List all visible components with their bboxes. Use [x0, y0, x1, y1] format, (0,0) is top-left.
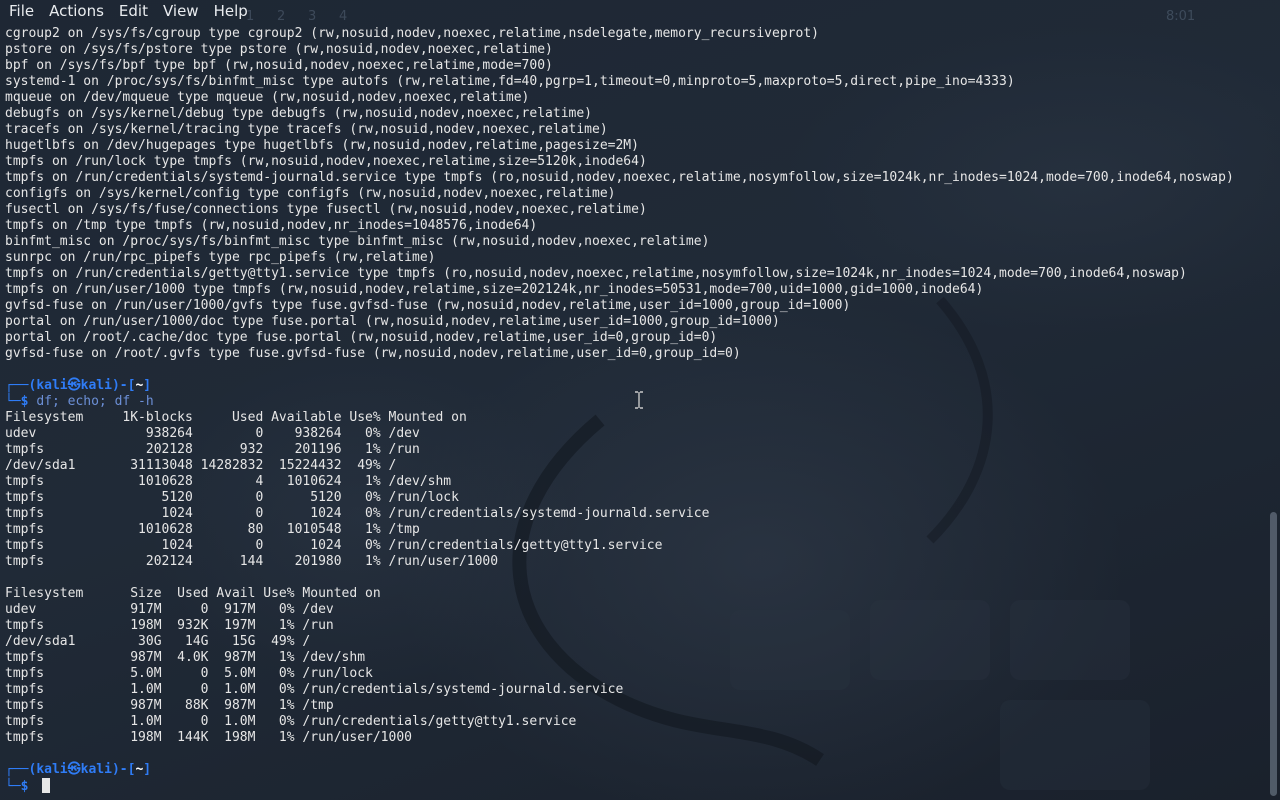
mount-output-line: bpf on /sys/fs/bpf type bpf (rw,nosuid,n…	[5, 58, 553, 73]
menu-help[interactable]: Help	[206, 0, 255, 22]
menu-edit[interactable]: Edit	[111, 0, 155, 22]
mount-output-line: tracefs on /sys/kernel/tracing type trac…	[5, 122, 608, 137]
mount-output-line: tmpfs on /tmp type tmpfs (rw,nosuid,node…	[5, 218, 538, 233]
mount-output-line: systemd-1 on /proc/sys/fs/binfmt_misc ty…	[5, 74, 1015, 89]
terminal-scrollbar[interactable]	[1270, 512, 1277, 796]
menu-file[interactable]: File	[0, 0, 41, 22]
mount-output-line: cgroup2 on /sys/fs/cgroup type cgroup2 (…	[5, 26, 819, 41]
mount-output-line: portal on /run/user/1000/doc type fuse.p…	[5, 314, 780, 329]
mount-output-line: sunrpc on /run/rpc_pipefs type rpc_pipef…	[5, 250, 436, 265]
df-output: Filesystem 1K-blocks Used Available Use%…	[0, 410, 1268, 570]
mount-output-line: debugfs on /sys/kernel/debug type debugf…	[5, 106, 592, 121]
df-h-output-line: udev 917M 0 917M 0% /dev	[5, 602, 334, 617]
menu-view[interactable]: View	[155, 0, 206, 22]
mount-output-line: configfs on /sys/kernel/config type conf…	[5, 186, 616, 201]
mount-output-line: tmpfs on /run/credentials/systemd-journa…	[5, 170, 1234, 185]
df-output-line: Filesystem 1K-blocks Used Available Use%…	[5, 410, 467, 425]
desktop: 1 2 3 4 8:01 File Actions Edit View Help…	[0, 0, 1280, 800]
mount-output-line: mqueue on /dev/mqueue type mqueue (rw,no…	[5, 90, 530, 105]
menu-actions[interactable]: Actions	[41, 0, 111, 22]
prompt-line-1-current: ┌──(kali㉿kali)-[~]	[5, 762, 152, 777]
mount-output-line: gvfsd-fuse on /run/user/1000/gvfs type f…	[5, 298, 851, 313]
df-output-line: /dev/sda1 31113048 14282832 15224432 49%…	[5, 458, 397, 473]
prompt-line-2-current[interactable]: └─$	[0, 778, 1268, 794]
df-output-line: tmpfs 1024 0 1024 0% /run/credentials/ge…	[5, 538, 663, 553]
mount-output-line: gvfsd-fuse on /root/.gvfs type fuse.gvfs…	[5, 346, 741, 361]
mount-output-line: tmpfs on /run/lock type tmpfs (rw,nosuid…	[5, 154, 647, 169]
df-output-line: udev 938264 0 938264 0% /dev	[5, 426, 420, 441]
df-h-output-line: tmpfs 198M 932K 197M 1% /run	[5, 618, 334, 633]
df-h-output-line: tmpfs 1.0M 0 1.0M 0% /run/credentials/sy…	[5, 682, 624, 697]
terminal-output[interactable]: cgroup2 on /sys/fs/cgroup type cgroup2 (…	[0, 26, 1268, 800]
df-h-output-line: /dev/sda1 30G 14G 15G 49% /	[5, 634, 311, 649]
mount-output: cgroup2 on /sys/fs/cgroup type cgroup2 (…	[0, 26, 1268, 362]
df-output-line: tmpfs 1010628 80 1010548 1% /tmp	[5, 522, 420, 537]
mount-output-line: hugetlbfs on /dev/hugepages type hugetlb…	[5, 138, 639, 153]
text-cursor	[42, 778, 51, 793]
mount-output-line: portal on /root/.cache/doc type fuse.por…	[5, 330, 718, 345]
df-output-line: tmpfs 1010628 4 1010624 1% /dev/shm	[5, 474, 452, 489]
mount-output-line: pstore on /sys/fs/pstore type pstore (rw…	[5, 42, 553, 57]
df-output-line: tmpfs 202128 932 201196 1% /run	[5, 442, 420, 457]
df-output-line: tmpfs 202124 144 201980 1% /run/user/100…	[5, 554, 499, 569]
df-h-output-line: tmpfs 1.0M 0 1.0M 0% /run/credentials/ge…	[5, 714, 577, 729]
mount-output-line: tmpfs on /run/credentials/getty@tty1.ser…	[5, 266, 1187, 281]
df-output-line: tmpfs 1024 0 1024 0% /run/credentials/sy…	[5, 506, 710, 521]
terminal-menubar: File Actions Edit View Help	[0, 0, 1280, 22]
df-output-line: tmpfs 5120 0 5120 0% /run/lock	[5, 490, 459, 505]
df-h-output-line: Filesystem Size Used Avail Use% Mounted …	[5, 586, 381, 601]
df-h-output-line: tmpfs 987M 88K 987M 1% /tmp	[5, 698, 334, 713]
command-text: df; echo; df -h	[36, 394, 154, 409]
df-h-output: Filesystem Size Used Avail Use% Mounted …	[0, 586, 1268, 746]
df-h-output-line: tmpfs 987M 4.0K 987M 1% /dev/shm	[5, 650, 366, 665]
df-h-output-line: tmpfs 198M 144K 198M 1% /run/user/1000	[5, 730, 412, 745]
mount-output-line: fusectl on /sys/fs/fuse/connections type…	[5, 202, 647, 217]
df-h-output-line: tmpfs 5.0M 0 5.0M 0% /run/lock	[5, 666, 373, 681]
mount-output-line: binfmt_misc on /proc/sys/fs/binfmt_misc …	[5, 234, 710, 249]
mount-output-line: tmpfs on /run/user/1000 type tmpfs (rw,n…	[5, 282, 984, 297]
ibeam-cursor-icon	[635, 391, 643, 409]
